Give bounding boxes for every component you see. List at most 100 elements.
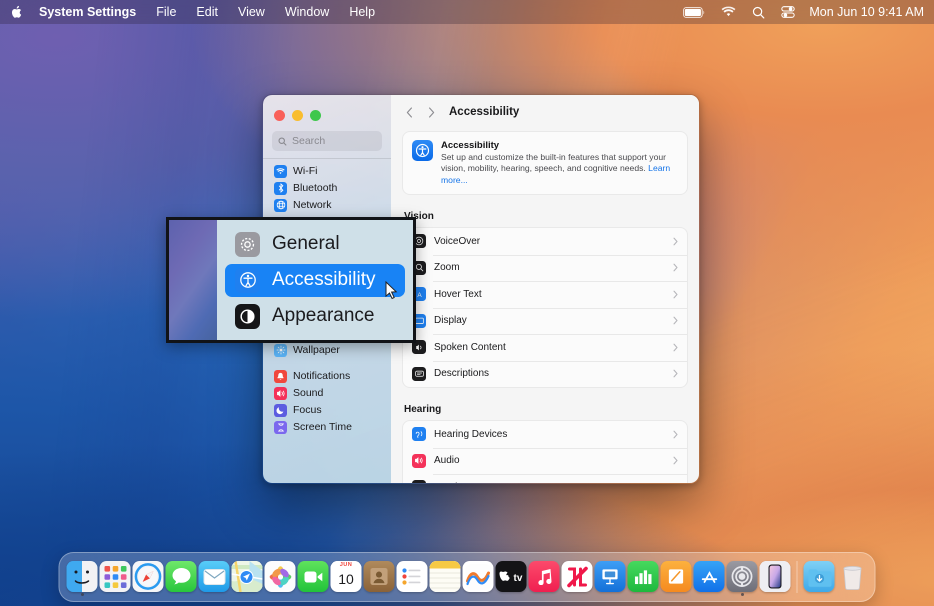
row-spoken-content[interactable]: Spoken Content xyxy=(403,334,687,361)
hearing-group: Hearing Devices Audio xyxy=(402,420,688,483)
dock-item-safari[interactable] xyxy=(132,557,165,597)
menu-help[interactable]: Help xyxy=(339,0,385,24)
sidebar-item-focus[interactable]: Focus xyxy=(269,402,385,419)
menu-view[interactable]: View xyxy=(228,0,275,24)
dock: JUN 10 xyxy=(59,552,876,602)
sidebar-item-wifi[interactable]: Wi-Fi xyxy=(269,163,385,180)
magnified-item-appearance[interactable]: Appearance xyxy=(225,300,405,333)
menu-file[interactable]: File xyxy=(146,0,186,24)
svg-text:A: A xyxy=(417,292,422,299)
row-zoom[interactable]: Zoom xyxy=(403,255,687,282)
dock-item-calendar[interactable]: JUN 10 xyxy=(330,557,363,597)
magnified-item-label: Appearance xyxy=(272,305,374,327)
wallpaper-icon xyxy=(274,344,287,357)
magnified-item-accessibility[interactable]: Accessibility xyxy=(225,264,405,297)
magnified-item-label: Accessibility xyxy=(272,269,375,291)
menu-bar-clock[interactable]: Mon Jun 10 9:41 AM xyxy=(803,5,924,19)
sidebar-item-notifications[interactable]: Notifications xyxy=(269,368,385,385)
chevron-right-icon[interactable] xyxy=(421,101,441,123)
dock-item-facetime[interactable] xyxy=(297,557,330,597)
control-center-icon[interactable] xyxy=(773,6,803,18)
magnified-item-general[interactable]: General xyxy=(225,228,405,261)
menu-app-name[interactable]: System Settings xyxy=(31,0,146,24)
dock-item-notes[interactable] xyxy=(429,557,462,597)
dock-item-iphone-mirroring[interactable] xyxy=(759,557,792,597)
dock-item-appstore[interactable] xyxy=(693,557,726,597)
wifi-icon xyxy=(274,165,287,178)
battery-icon[interactable] xyxy=(675,7,713,18)
dock-item-messages[interactable] xyxy=(165,557,198,597)
notifications-icon xyxy=(274,370,287,383)
sidebar-group-gap xyxy=(269,359,385,368)
sidebar-item-label: Network xyxy=(293,199,332,211)
sidebar-item-label: Notifications xyxy=(293,370,350,382)
chevron-left-icon[interactable] xyxy=(399,101,419,123)
row-hearing-devices[interactable]: Hearing Devices xyxy=(403,421,687,448)
dock-item-mail[interactable] xyxy=(198,557,231,597)
maximize-button[interactable] xyxy=(310,110,321,121)
hero-title: Accessibility xyxy=(441,140,678,151)
search-icon[interactable] xyxy=(744,6,773,19)
menu-bar: System Settings File Edit View Window He… xyxy=(0,0,934,24)
dock-item-contacts[interactable] xyxy=(363,557,396,597)
sidebar-item-label: Screen Time xyxy=(293,421,352,433)
dock-item-photos[interactable] xyxy=(264,557,297,597)
dock-item-freeform[interactable] xyxy=(462,557,495,597)
running-indicator xyxy=(741,593,744,596)
menu-edit[interactable]: Edit xyxy=(186,0,228,24)
running-indicator xyxy=(81,593,84,596)
row-voiceover[interactable]: VoiceOver xyxy=(403,228,687,255)
row-hover-text[interactable]: A Hover Text xyxy=(403,281,687,308)
dock-item-maps[interactable] xyxy=(231,557,264,597)
chevron-right-icon xyxy=(673,430,678,439)
dock-item-launchpad[interactable] xyxy=(99,557,132,597)
hero-description: Set up and customize the built-in featur… xyxy=(441,152,678,186)
sidebar-divider xyxy=(263,158,391,159)
accessibility-hero-card: Accessibility Set up and customize the b… xyxy=(402,131,688,195)
dock-item-music[interactable] xyxy=(528,557,561,597)
desktop-screen: System Settings File Edit View Window He… xyxy=(0,0,934,606)
dock-item-system-settings[interactable] xyxy=(726,557,759,597)
section-title-vision: Vision xyxy=(404,211,688,222)
focus-moon-icon xyxy=(274,404,287,417)
dock-item-news[interactable] xyxy=(561,557,594,597)
row-captions[interactable]: Captions xyxy=(403,474,687,483)
hearing-devices-icon xyxy=(412,427,426,441)
descriptions-icon xyxy=(412,367,426,381)
sidebar-item-bluetooth[interactable]: Bluetooth xyxy=(269,180,385,197)
sidebar-item-label: Wallpaper xyxy=(293,344,340,356)
dock-item-downloads-folder[interactable] xyxy=(803,557,836,597)
apple-logo-icon[interactable] xyxy=(9,5,31,19)
dock-item-pages[interactable] xyxy=(660,557,693,597)
sidebar-item-wallpaper[interactable]: Wallpaper xyxy=(269,342,385,359)
row-label: Audio xyxy=(434,455,665,466)
close-button[interactable] xyxy=(274,110,285,121)
accessibility-icon xyxy=(412,140,433,161)
dock-item-finder[interactable] xyxy=(66,557,99,597)
row-label: Zoom xyxy=(434,262,665,273)
dock-item-trash[interactable] xyxy=(836,557,869,597)
chevron-right-icon xyxy=(673,237,678,246)
row-descriptions[interactable]: Descriptions xyxy=(403,361,687,388)
pane-toolbar: Accessibility xyxy=(391,95,699,129)
dock-item-numbers[interactable] xyxy=(627,557,660,597)
menu-window[interactable]: Window xyxy=(275,0,339,24)
sidebar-item-screen-time[interactable]: Screen Time xyxy=(269,419,385,436)
sidebar-item-sound[interactable]: Sound xyxy=(269,385,385,402)
chevron-right-icon xyxy=(673,316,678,325)
row-display[interactable]: Display xyxy=(403,308,687,335)
svg-text:tv: tv xyxy=(513,573,522,583)
sidebar-search-field[interactable]: Search xyxy=(272,131,382,151)
search-icon xyxy=(278,137,287,146)
sidebar-item-network[interactable]: Network xyxy=(269,197,385,214)
chevron-right-icon xyxy=(673,369,678,378)
row-audio[interactable]: Audio xyxy=(403,448,687,475)
dock-item-keynote[interactable] xyxy=(594,557,627,597)
dock-item-appletv[interactable]: tv xyxy=(495,557,528,597)
dock-item-reminders[interactable] xyxy=(396,557,429,597)
audio-icon xyxy=(412,454,426,468)
network-globe-icon xyxy=(274,199,287,212)
minimize-button[interactable] xyxy=(292,110,303,121)
wifi-icon[interactable] xyxy=(713,6,744,18)
chevron-right-icon xyxy=(673,343,678,352)
